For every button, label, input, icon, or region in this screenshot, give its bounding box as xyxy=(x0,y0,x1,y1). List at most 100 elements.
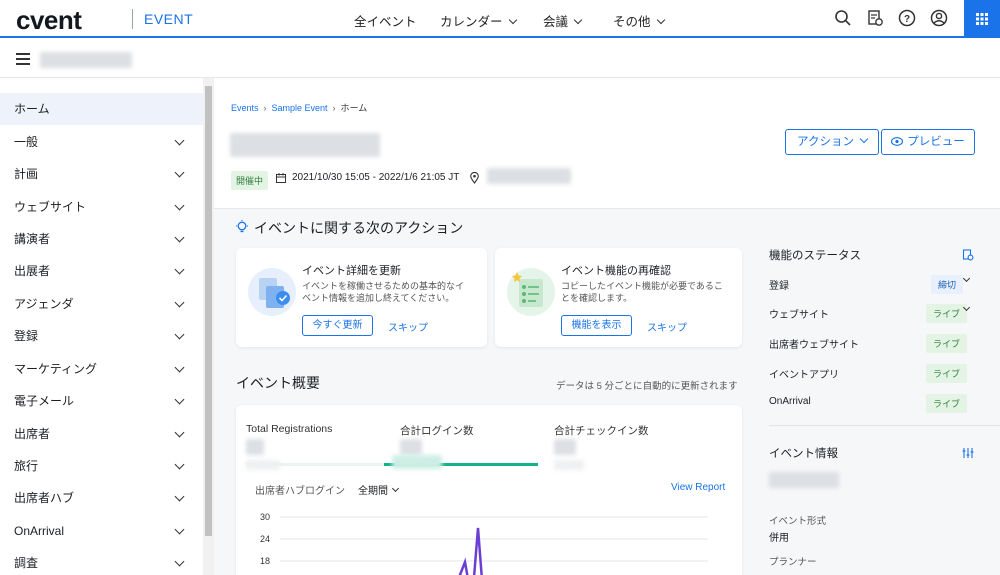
sidebar-item-attendee-hub[interactable]: 出席者ハブ xyxy=(0,482,203,514)
planner-label: プランナー xyxy=(769,557,817,568)
logo-divider xyxy=(132,9,133,29)
sidebar-item-label: マーケティング xyxy=(14,362,98,376)
sidebar-item-registration[interactable]: 登録 xyxy=(0,320,203,352)
sidebar-item-general[interactable]: 一般 xyxy=(0,126,203,158)
y-tick-label: 24 xyxy=(260,534,270,544)
calendar-icon xyxy=(276,173,286,183)
grid-icon xyxy=(976,13,988,25)
feature-website: ウェブサイト xyxy=(769,310,829,321)
chevron-down-icon xyxy=(174,232,185,243)
chevron-down-icon xyxy=(656,15,665,25)
location-pin-icon xyxy=(470,172,479,184)
divider xyxy=(769,425,1000,426)
sidebar-item-marketing[interactable]: マーケティング xyxy=(0,353,203,385)
chevron-down-icon xyxy=(174,200,185,211)
sidebar-item-website[interactable]: ウェブサイト xyxy=(0,191,203,223)
period-dropdown[interactable]: 全期間 xyxy=(358,482,400,497)
sidebar-item-label: ホーム xyxy=(14,102,50,116)
stat-total-registrations-label: Total Registrations xyxy=(246,423,333,435)
chevron-down-icon xyxy=(174,524,185,535)
card-title: イベント詳細を更新 xyxy=(302,265,401,277)
card-description: イベントを稼働させるための基本的なイベント情報を追加し終えてください。 xyxy=(302,281,465,303)
chevron-down-icon xyxy=(174,427,185,438)
search-icon[interactable] xyxy=(834,9,852,27)
sidebar-nav: ホーム 一般 計画 ウェブサイト 講演者 出展者 アジェンダ 登録 マーケティン… xyxy=(0,93,203,575)
sidebar-item-label: アジェンダ xyxy=(14,297,74,311)
nav-more[interactable]: その他 xyxy=(613,11,665,30)
user-account-icon[interactable] xyxy=(930,9,948,27)
chevron-down-icon xyxy=(859,134,869,144)
sidebar-item-travel[interactable]: 旅行 xyxy=(0,450,203,482)
action-button[interactable]: アクション xyxy=(785,129,879,155)
chevron-down-icon xyxy=(174,329,185,340)
stat-total-checkins-label: 合計チェックイン数 xyxy=(554,425,649,437)
help-icon[interactable]: ? xyxy=(898,9,916,27)
sidebar-item-speakers[interactable]: 講演者 xyxy=(0,223,203,255)
sidebar-item-onarrival[interactable]: OnArrival xyxy=(0,515,203,547)
event-format-value: 併用 xyxy=(769,533,789,544)
report-icon[interactable] xyxy=(962,249,974,261)
sidebar-item-exhibitors[interactable]: 出展者 xyxy=(0,255,203,287)
chevron-down-icon xyxy=(391,484,400,493)
view-report-link[interactable]: View Report xyxy=(671,482,725,493)
sidebar-item-email[interactable]: 電子メール xyxy=(0,385,203,417)
report-icon[interactable] xyxy=(866,9,884,27)
nav-all-events[interactable]: 全イベント xyxy=(354,11,417,30)
sidebar-item-label: 登録 xyxy=(14,329,39,343)
view-features-button[interactable]: 機能を表示 xyxy=(561,315,632,336)
apps-menu-button[interactable] xyxy=(964,0,1000,38)
redacted-tab-label xyxy=(246,460,280,470)
sidebar-item-label: 出展者 xyxy=(14,264,51,278)
redacted-tab-label xyxy=(554,460,584,470)
sidebar-item-label: 講演者 xyxy=(14,232,51,246)
skip-link[interactable]: スキップ xyxy=(647,319,687,334)
scrollbar-thumb[interactable] xyxy=(205,86,212,536)
redacted-event-title xyxy=(230,133,380,157)
breadcrumb: Events › Sample Event › ホーム xyxy=(231,103,368,113)
period-label: 全期間 xyxy=(358,486,388,497)
nav-meetings[interactable]: 会議 xyxy=(543,11,583,30)
overview-card: Total Registrations 合計ログイン数 合計チェックイン数 出席… xyxy=(236,405,742,575)
action-card-review-features: イベント機能の再確認 コピーしたイベント機能が必要であることを確認します。 機能… xyxy=(495,248,742,347)
sidebar-item-home[interactable]: ホーム xyxy=(0,93,203,125)
card-title: イベント機能の再確認 xyxy=(561,265,671,277)
sidebar-item-label: 旅行 xyxy=(14,459,39,473)
series-line xyxy=(458,527,483,575)
chevron-down-icon[interactable] xyxy=(962,274,971,283)
feature-status-title: 機能のステータス xyxy=(769,250,861,262)
chevron-down-icon xyxy=(174,135,185,146)
breadcrumb-current: ホーム xyxy=(340,103,368,113)
sidebar-item-label: 調査 xyxy=(14,556,39,570)
chevron-down-icon xyxy=(174,362,185,373)
skip-link[interactable]: スキップ xyxy=(388,319,428,334)
hamburger-menu-icon[interactable] xyxy=(16,53,30,65)
sidebar-item-planning[interactable]: 計画 xyxy=(0,158,203,190)
update-now-button[interactable]: 今すぐ更新 xyxy=(302,315,373,336)
nav-label: 全イベント xyxy=(354,15,417,29)
redacted-event-info xyxy=(769,472,839,488)
sidebar-item-surveys[interactable]: 調査 xyxy=(0,547,203,575)
breadcrumb-sample-link[interactable]: Sample Event xyxy=(272,103,328,113)
sidebar-item-agenda[interactable]: アジェンダ xyxy=(0,288,203,320)
auto-refresh-note: データは 5 分ごとに自動的に更新されます xyxy=(556,381,738,392)
settings-sliders-icon[interactable] xyxy=(962,447,974,459)
breadcrumb-events-link[interactable]: Events xyxy=(231,103,259,113)
sidebar-scrollbar[interactable] xyxy=(203,78,214,575)
cvent-logo[interactable]: cvent xyxy=(16,5,82,36)
nav-calendar[interactable]: カレンダー xyxy=(440,11,517,30)
chevron-down-icon xyxy=(174,491,185,502)
sidebar-item-label: 計画 xyxy=(14,167,39,181)
event-header: Events › Sample Event › ホーム アクション プレビュー 開催中 … xyxy=(214,78,1000,209)
sidebar-item-attendees[interactable]: 出席者 xyxy=(0,418,203,450)
chevron-down-icon xyxy=(174,556,185,567)
chevron-down-icon xyxy=(174,459,185,470)
redacted-stat-value xyxy=(554,439,576,455)
preview-button[interactable]: プレビュー xyxy=(881,129,975,155)
y-tick-label: 18 xyxy=(260,556,270,566)
sidebar-item-label: 電子メール xyxy=(14,394,75,408)
feature-event-app: イベントアプリ xyxy=(769,370,839,381)
sidebar-item-label: OnArrival xyxy=(14,524,65,538)
nav-label: 会議 xyxy=(543,15,569,29)
status-badge: 開催中 xyxy=(231,171,269,190)
feature-onarrival: OnArrival xyxy=(769,396,811,407)
